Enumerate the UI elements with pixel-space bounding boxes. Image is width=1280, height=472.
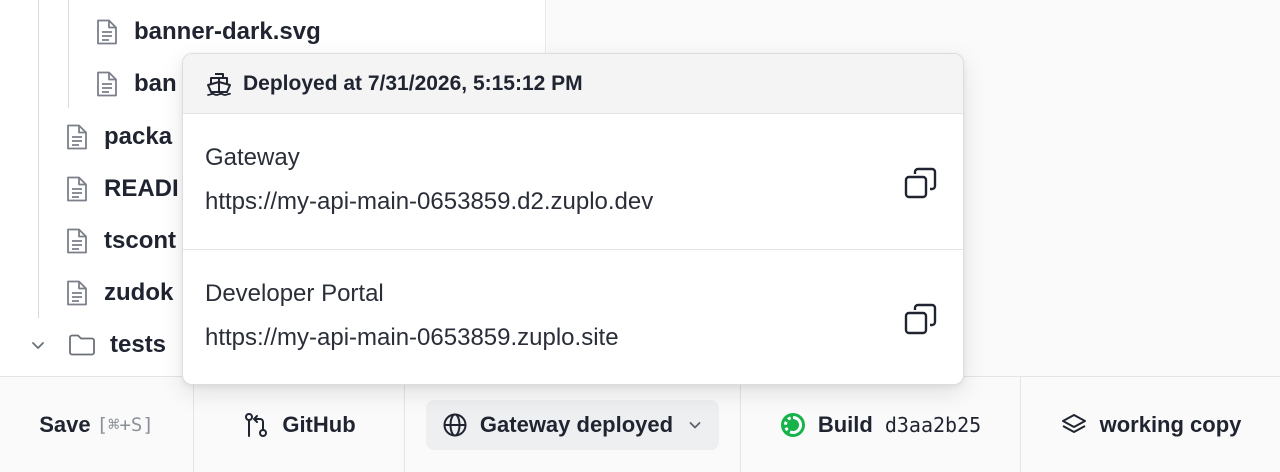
globe-icon [442, 412, 468, 438]
gateway-deployed-button[interactable]: Gateway deployed [425, 400, 720, 450]
status-bar: Save [⌘+S] GitHub Gateway deployed Build… [0, 376, 1280, 472]
popover-header: Deployed at 7/31/2026, 5:15:12 PM [183, 54, 963, 114]
developer-portal-url[interactable]: https://my-api-main-0653859.zuplo.site [205, 324, 619, 352]
chevron-down-icon [687, 417, 703, 433]
layers-icon [1060, 412, 1088, 438]
file-icon [67, 228, 87, 254]
tree-item-label: packa [104, 123, 173, 150]
folder-icon [69, 334, 95, 356]
tree-item-banner[interactable]: ban [96, 64, 177, 104]
ship-icon [205, 70, 233, 98]
tree-item-package[interactable]: packa [66, 117, 172, 157]
file-icon [67, 280, 87, 306]
file-icon [97, 19, 117, 45]
tree-item-zudoku[interactable]: zudok [66, 273, 173, 313]
tree-item-tsconfig[interactable]: tscont [66, 221, 176, 261]
tree-guide-inner [68, 0, 69, 108]
gateway-status-cell: Gateway deployed [405, 377, 741, 472]
working-copy-label: working copy [1099, 412, 1242, 437]
tree-item-readme[interactable]: READI [66, 169, 179, 209]
developer-portal-url-section: Developer Portal https://my-api-main-065… [183, 250, 963, 384]
tree-item-label: tests [110, 331, 167, 358]
developer-portal-label: Developer Portal [205, 280, 384, 307]
copy-gateway-url-button[interactable] [901, 164, 941, 204]
working-copy-button[interactable]: working copy [1021, 377, 1280, 472]
github-label: GitHub [282, 412, 356, 437]
popover-header-text: Deployed at 7/31/2026, 5:15:12 PM [243, 71, 583, 95]
gateway-url[interactable]: https://my-api-main-0653859.d2.zuplo.dev [205, 188, 653, 216]
tree-item-banner-dark[interactable]: banner-dark.svg [96, 12, 321, 52]
tree-item-label: ban [134, 70, 177, 97]
github-button[interactable]: GitHub [194, 377, 405, 472]
tree-guide-outer [38, 0, 39, 318]
save-label: Save [39, 412, 91, 437]
file-icon [97, 71, 117, 97]
tree-item-label: tscont [104, 227, 176, 254]
save-button[interactable]: Save [⌘+S] [0, 377, 194, 472]
copy-icon [904, 303, 937, 335]
build-hash: d3aa2b25 [884, 413, 982, 437]
build-status-icon [780, 412, 806, 438]
git-pull-request-icon [242, 411, 270, 439]
tree-item-label: READI [104, 175, 179, 202]
tree-item-label: zudok [104, 279, 174, 306]
build-label: Build [817, 412, 873, 437]
build-status-button[interactable]: Build d3aa2b25 [741, 377, 1021, 472]
tree-item-tests[interactable]: tests [30, 325, 166, 365]
save-shortcut: [⌘+S] [96, 414, 154, 436]
copy-developer-portal-url-button[interactable] [901, 300, 941, 340]
chevron-down-icon[interactable] [30, 337, 46, 353]
gateway-url-section: Gateway https://my-api-main-0653859.d2.z… [183, 114, 963, 250]
file-icon [67, 124, 87, 150]
file-icon [67, 176, 87, 202]
tree-item-label: banner-dark.svg [134, 18, 321, 45]
gateway-label: Gateway deployed [479, 412, 674, 437]
copy-icon [904, 167, 937, 199]
gateway-label: Gateway [205, 144, 300, 171]
deployment-popover: Deployed at 7/31/2026, 5:15:12 PM Gatewa… [182, 53, 964, 385]
